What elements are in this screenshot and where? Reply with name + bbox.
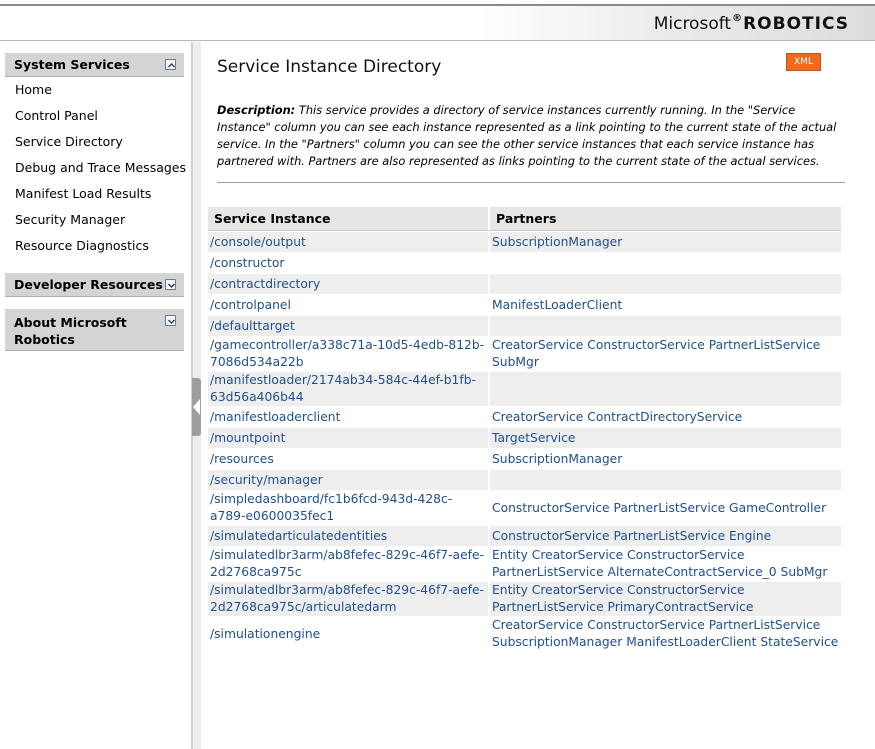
column-header-service-instance: Service Instance (208, 207, 488, 231)
description-label: Description: (217, 103, 296, 117)
xml-button[interactable]: XML (786, 53, 821, 71)
table-row: /simulatedlbr3arm/ab8fefec-829c-46f7-aef… (208, 582, 841, 616)
partners-links[interactable]: SubscriptionManager (492, 235, 622, 249)
sidebar-collapse-handle[interactable] (192, 378, 201, 436)
service-instance-link[interactable]: /mountpoint (210, 431, 285, 445)
table-row: /controlpanel ManifestLoaderClient (208, 295, 841, 315)
section-title-developer-resources: Developer Resources (14, 277, 163, 292)
description: Description: This service provides a dir… (217, 102, 847, 170)
service-instance-link[interactable]: /security/manager (210, 473, 323, 487)
brand-logo: Microsoft ® ROBOTICS (654, 13, 849, 37)
table-row: /resources SubscriptionManager (208, 449, 841, 469)
sidebar-item-home[interactable]: Home (15, 82, 52, 98)
brand-robotics: ROBOTICS (743, 14, 849, 34)
table-row: /defaulttarget (208, 316, 841, 336)
partners-links[interactable]: CreatorService ConstructorService Partne… (492, 338, 820, 369)
service-instance-link[interactable]: /simulatedarticulatedentities (210, 529, 387, 543)
partners-links[interactable]: SubscriptionManager (492, 452, 622, 466)
brand-microsoft: Microsoft (653, 14, 732, 34)
table-row: /simulatedarticulatedentities Constructo… (208, 526, 841, 546)
partners-links[interactable]: ConstructorService PartnerListService Ga… (492, 501, 826, 515)
table-row: /console/output SubscriptionManager (208, 232, 841, 252)
service-instance-link[interactable]: /simulatedlbr3arm/ab8fefec-829c-46f7-aef… (210, 548, 484, 579)
expand-down-icon[interactable] (165, 279, 176, 290)
sidebar-item-service-directory[interactable]: Service Directory (15, 134, 123, 150)
section-system-services[interactable]: System Services (5, 53, 184, 77)
table-row: /security/manager (208, 470, 841, 490)
table-row: /simpledashboard/fc1b6fcd-943d-428c-a789… (208, 491, 841, 525)
brand-registered-mark: ® (732, 13, 743, 24)
sidebar: System Services Home Control Panel Servi… (0, 42, 192, 749)
service-instance-link[interactable]: /resources (210, 452, 274, 466)
service-instance-link[interactable]: /defaulttarget (210, 319, 295, 333)
table-row: /manifestloaderclient CreatorService Con… (208, 407, 841, 427)
section-title-about-line1: About Microsoft (14, 315, 127, 330)
app-header: Microsoft ® ROBOTICS (0, 0, 875, 42)
column-header-partners: Partners (488, 207, 841, 231)
service-instance-link[interactable]: /gamecontroller/a338c71a-10d5-4edb-812b-… (210, 338, 484, 369)
sidebar-item-control-panel[interactable]: Control Panel (15, 108, 98, 124)
sidebar-item-manifest-load-results[interactable]: Manifest Load Results (15, 186, 151, 202)
partners-links[interactable]: CreatorService ContractDirectoryService (492, 410, 742, 424)
section-developer-resources[interactable]: Developer Resources (5, 273, 184, 297)
partners-links[interactable]: TargetService (492, 431, 576, 445)
table-row: /simulationengine CreatorService Constru… (208, 617, 841, 651)
service-instance-link[interactable]: /console/output (210, 235, 306, 249)
main-content: Service Instance Directory XML Descripti… (201, 42, 875, 749)
description-text: This service provides a directory of ser… (217, 103, 837, 168)
service-instance-link[interactable]: /simpledashboard/fc1b6fcd-943d-428c-a789… (210, 492, 452, 523)
partners-links[interactable]: CreatorService ConstructorService Partne… (492, 618, 838, 649)
page-title: Service Instance Directory (217, 57, 442, 77)
table-header-row: Service Instance Partners (208, 207, 841, 231)
table-row: /constructor (208, 253, 841, 273)
table-row: /manifestloader/2174ab34-584c-44ef-b1fb-… (208, 372, 841, 406)
service-instance-link[interactable]: /manifestloaderclient (210, 410, 340, 424)
sidebar-item-debug-trace[interactable]: Debug and Trace Messages (15, 160, 186, 176)
service-instance-link[interactable]: /controlpanel (210, 298, 291, 312)
section-about-robotics[interactable]: About Microsoft Robotics (5, 309, 184, 351)
table-row: /mountpoint TargetService (208, 428, 841, 448)
divider (217, 182, 845, 183)
partners-links[interactable]: Entity CreatorService ConstructorService… (492, 583, 753, 614)
table-row: /gamecontroller/a338c71a-10d5-4edb-812b-… (208, 337, 841, 371)
partners-links[interactable]: Entity CreatorService ConstructorService… (492, 548, 827, 579)
section-title-about-line2: Robotics (14, 332, 75, 347)
expand-down-icon[interactable] (165, 315, 176, 326)
partners-links[interactable]: ManifestLoaderClient (492, 298, 622, 312)
sidebar-item-resource-diagnostics[interactable]: Resource Diagnostics (15, 238, 149, 254)
service-directory-table: Service Instance Partners /console/outpu… (208, 206, 841, 652)
header-bottom-rule (0, 40, 875, 41)
collapse-up-icon[interactable] (165, 59, 176, 70)
service-instance-link[interactable]: /contractdirectory (210, 277, 320, 291)
table-row: /contractdirectory (208, 274, 841, 294)
service-instance-link[interactable]: /simulationengine (210, 627, 320, 641)
sidebar-item-security-manager[interactable]: Security Manager (15, 212, 125, 228)
chevron-left-icon (193, 399, 200, 415)
service-instance-link[interactable]: /simulatedlbr3arm/ab8fefec-829c-46f7-aef… (210, 583, 484, 614)
service-instance-link[interactable]: /manifestloader/2174ab34-584c-44ef-b1fb-… (210, 373, 476, 404)
section-title-system-services: System Services (14, 57, 130, 72)
table-row: /simulatedlbr3arm/ab8fefec-829c-46f7-aef… (208, 547, 841, 581)
partners-links[interactable]: ConstructorService PartnerListService En… (492, 529, 771, 543)
service-instance-link[interactable]: /constructor (210, 256, 284, 270)
